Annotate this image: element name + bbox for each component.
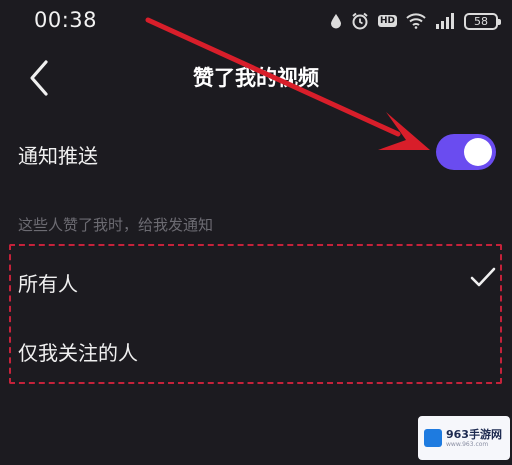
- watermark-url: www.963.com: [446, 440, 489, 448]
- watermark: 963手游网 www.963.com: [418, 416, 510, 460]
- watermark-brand: 963手游网: [446, 427, 502, 441]
- watermark-logo: [424, 429, 442, 447]
- annotation-arrow: [145, 17, 430, 150]
- watermark-text-group: 963手游网 www.963.com: [446, 427, 502, 448]
